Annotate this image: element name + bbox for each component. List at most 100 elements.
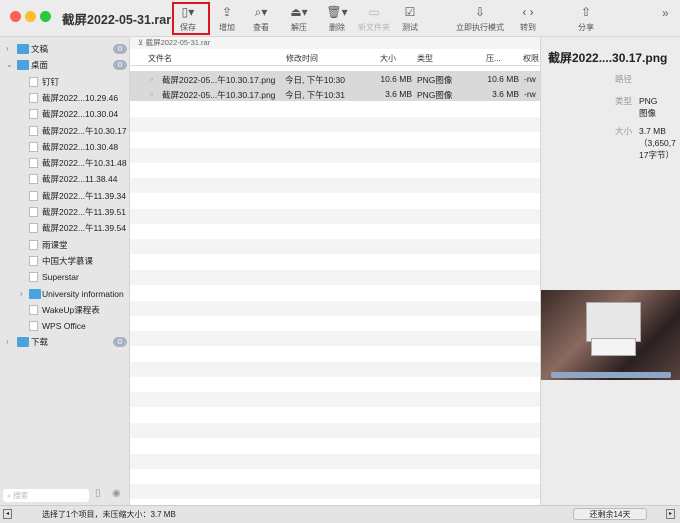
sidebar-item[interactable]: 截屏2022...午11.39.51	[0, 204, 130, 220]
toggle-preview-icon[interactable]: ▸	[666, 509, 675, 519]
empty-row	[130, 484, 540, 500]
toolbar-button-2[interactable]: ⌕▾ 查看	[241, 4, 281, 33]
chevron-right-icon[interactable]: ›	[6, 334, 9, 350]
sidebar-item[interactable]: 截屏2022...午10.30.17	[0, 123, 130, 139]
chevron-right-icon[interactable]: ›	[20, 286, 23, 302]
status-text: 选择了1个项目，未压缩大小：3.7 MB	[42, 510, 176, 519]
toolbar-button-4[interactable]: 🗑▾ 删除	[317, 4, 357, 33]
sidebar-item-label: 中国大学慕课	[42, 255, 94, 266]
sidebar-item-label: WPS Office	[42, 321, 86, 332]
col-packed[interactable]: 压...	[486, 53, 501, 64]
title-bar: 截屏2022-05-31.rar ▯▾ 保存 ⇪ 增加 ⌕▾ 查看 ⏏▾ 解压 🗑▾ 删除 ▭ 新文件…	[0, 0, 680, 37]
chevron-right-icon[interactable]: ›	[6, 41, 9, 57]
empty-row	[130, 422, 540, 438]
app-icon	[29, 304, 38, 315]
sidebar-item[interactable]: 雨课堂	[0, 237, 130, 253]
col-perm[interactable]: 权限	[523, 53, 539, 64]
sidebar-item[interactable]: 钉钉	[0, 74, 130, 90]
sidebar-item-label: 钉钉	[42, 76, 60, 87]
table-row[interactable]: ▫ 截屏2022-05...午10.30.17.png 今日, 下午10:31 …	[130, 86, 540, 102]
toolbar-label: 转到	[520, 23, 536, 32]
trash-icon: 🗑▾	[326, 5, 348, 19]
sidebar-item[interactable]: 截屏2022...10.29.46	[0, 90, 130, 106]
trial-button[interactable]: 还剩余14天	[573, 508, 647, 520]
minimize-window-button[interactable]	[25, 11, 36, 22]
cell-name: 截屏2022-05...午10.30.17.png	[162, 90, 276, 101]
sidebar-item-label: 桌面	[31, 60, 49, 71]
sidebar-item[interactable]: › University information	[0, 286, 130, 302]
cell-modified: 今日, 下午10:31	[285, 90, 345, 101]
sidebar-search-input[interactable]: ⌕ 搜索	[3, 489, 89, 502]
breadcrumb-label: 截屏2022-05-31.rar	[145, 38, 211, 47]
file-icon	[29, 223, 38, 234]
toolbar-overflow-icon[interactable]: »	[662, 6, 669, 20]
sidebar-item[interactable]: 截屏2022...午10.31.48	[0, 155, 130, 171]
chevron-down-icon[interactable]: ⌄	[6, 57, 13, 73]
count-badge: 0	[113, 337, 127, 348]
col-type[interactable]: 类型	[417, 53, 433, 64]
sidebar-item-label: 截屏2022...午10.30.17	[42, 125, 127, 136]
col-size[interactable]: 大小	[380, 53, 396, 64]
sidebar-item[interactable]: 截屏2022...午11.39.34	[0, 188, 130, 204]
sidebar-item[interactable]: 截屏2022...午11.39.54	[0, 220, 130, 236]
sidebar-item[interactable]: › 文稿 0	[0, 41, 130, 57]
file-icon	[29, 109, 38, 120]
zoom-window-button[interactable]	[40, 11, 51, 22]
empty-row	[130, 407, 540, 423]
toolbar-button-6[interactable]: ☑ 测试	[390, 4, 430, 33]
sidebar-item[interactable]: 中国大学慕课	[0, 253, 130, 269]
type-value: PNG图像	[639, 96, 658, 118]
archive-icon[interactable]: ▯	[95, 488, 101, 499]
toolbar-label: 分享	[578, 23, 594, 32]
sidebar-item[interactable]: ⌄ 桌面 0	[0, 57, 130, 73]
toolbar-button-3[interactable]: ⏏▾ 解压	[279, 4, 319, 33]
sidebar-item[interactable]: WakeUp课程表	[0, 302, 130, 318]
sidebar-item[interactable]: WPS Office	[0, 318, 130, 334]
col-modified[interactable]: 修改时间	[286, 53, 318, 64]
empty-row	[130, 254, 540, 270]
toggle-sidebar-icon[interactable]: ◂	[3, 509, 12, 519]
column-header: 文件名 修改时间 大小 类型 压... 权限	[130, 49, 540, 66]
sidebar-item-label: 截屏2022...10.30.04	[42, 109, 119, 120]
file-icon	[29, 92, 38, 103]
sidebar-item[interactable]: 截屏2022...10.30.48	[0, 139, 130, 155]
toolbar-button-5[interactable]: ▭ 新文件夹	[354, 4, 394, 33]
sidebar-item-label: WakeUp课程表	[42, 304, 100, 315]
sidebar-item[interactable]: 截屏2022...10.30.04	[0, 106, 130, 122]
sidebar-item-label: 截屏2022...10.29.46	[42, 92, 119, 103]
col-name[interactable]: 文件名	[148, 53, 172, 64]
toolbar-button-8[interactable]: ‹ › 转到	[508, 4, 548, 33]
empty-row	[130, 361, 540, 377]
sidebar-item-label: 文稿	[31, 44, 49, 54]
sidebar-item[interactable]: Superstar	[0, 269, 130, 285]
sidebar-item[interactable]: › 下载 0	[0, 334, 130, 350]
toolbar-button-7[interactable]: ⇩ 立即执行模式	[445, 4, 515, 33]
sidebar-item-label: 雨课堂	[42, 239, 68, 250]
sidebar-item-label: 截屏2022...午11.39.34	[42, 190, 126, 201]
sidebar-item-label: 截屏2022...午11.39.51	[42, 207, 126, 217]
window-title: 截屏2022-05-31.rar	[62, 13, 172, 27]
app-icon	[29, 76, 38, 87]
empty-row	[130, 162, 540, 178]
file-list: ⊻ 截屏2022-05-31.rar 文件名 修改时间 大小 类型 压... 权…	[130, 37, 540, 505]
toolbar-label: 立即执行模式	[456, 23, 504, 32]
preview-thumbnail	[541, 290, 680, 380]
search-placeholder: 搜索	[13, 491, 29, 500]
sidebar-item-label: 截屏2022...11.38.44	[42, 174, 118, 185]
empty-row	[130, 331, 540, 347]
type-label: 类型	[615, 96, 633, 106]
cell-type: PNG图像	[417, 90, 453, 101]
archive-view-icon[interactable]: ◉	[112, 488, 121, 499]
toolbar-button-9[interactable]: ⇧ 分享	[566, 4, 606, 33]
empty-row	[130, 147, 540, 163]
file-icon	[29, 190, 38, 201]
path-label: 路径	[615, 74, 633, 84]
sidebar-item[interactable]: 截屏2022...11.38.44	[0, 171, 130, 187]
sidebar: › 文稿 0 ⌄ 桌面 0 钉钉 截屏2022...10.29.46 截屏2022...10.3…	[0, 37, 130, 505]
table-row[interactable]: ▫ 截屏2022-05...午10.30.17.png 今日, 下午10:30 …	[130, 71, 540, 86]
toolbar-label: 新文件夹	[358, 23, 390, 32]
sidebar-item-label: 下载	[31, 337, 49, 348]
toolbar-label: 查看	[253, 23, 269, 32]
file-icon	[29, 141, 38, 152]
close-window-button[interactable]	[10, 11, 21, 22]
